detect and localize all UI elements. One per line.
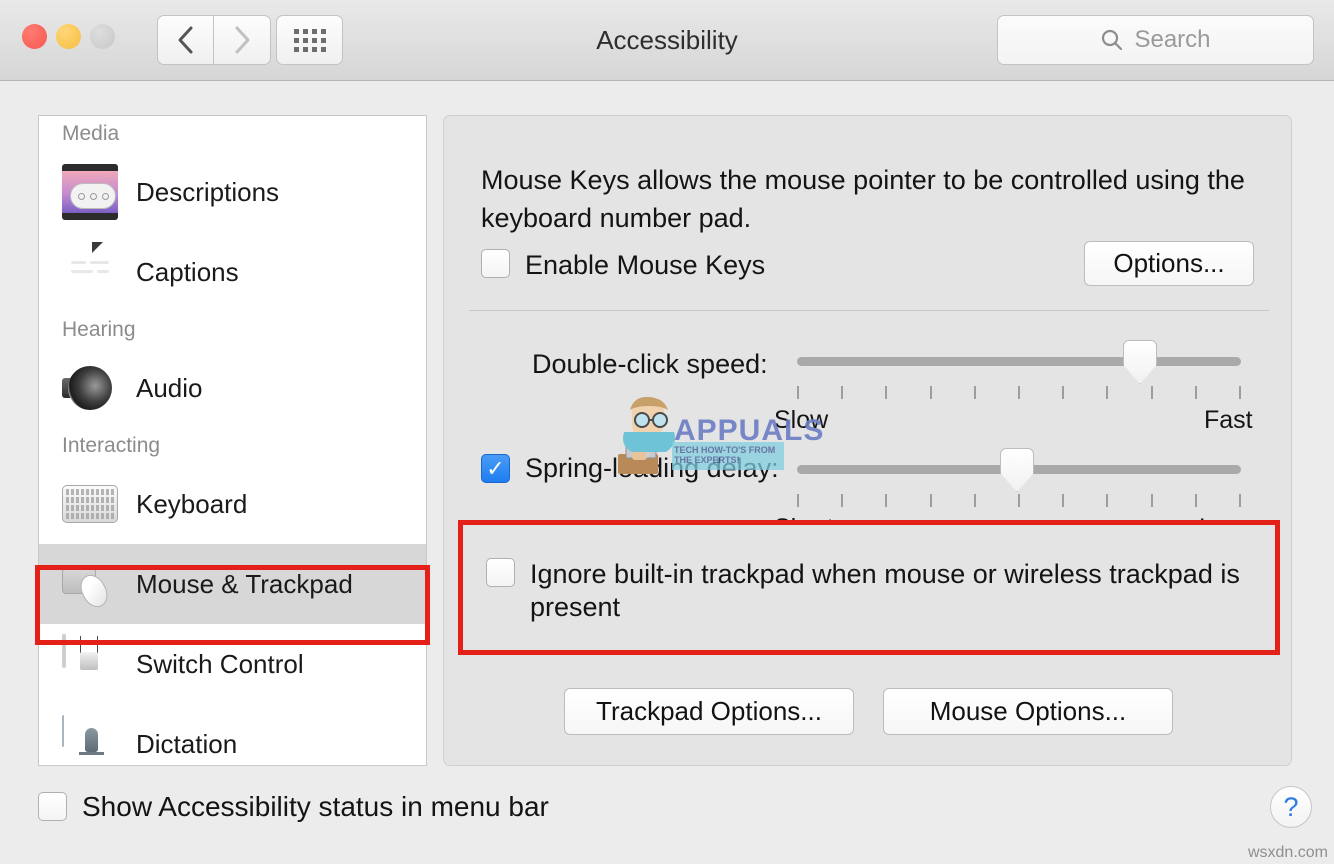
sidebar-item-audio[interactable]: Audio — [39, 348, 426, 428]
window-titlebar: Accessibility Search — [0, 0, 1334, 81]
spring-loading-delay-thumb[interactable] — [1000, 448, 1034, 492]
spring-loading-delay-label: Spring-loading delay: — [525, 452, 779, 485]
mouse-keys-options-button[interactable]: Options... — [1084, 241, 1254, 286]
footer-bar: Show Accessibility status in menu bar — [38, 790, 549, 823]
sidebar-item-descriptions[interactable]: Descriptions — [39, 152, 426, 232]
descriptions-icon — [62, 164, 118, 220]
double-click-speed-max-label: Fast — [1204, 406, 1253, 435]
double-click-speed-thumb[interactable] — [1123, 340, 1157, 384]
ignore-trackpad-label: Ignore built-in trackpad when mouse or w… — [530, 558, 1246, 624]
sidebar-item-label: Dictation — [136, 729, 237, 760]
panel-action-buttons: Trackpad Options... Mouse Options... — [444, 688, 1293, 735]
captions-icon — [62, 244, 118, 300]
search-icon — [1100, 28, 1124, 52]
ignore-trackpad-row: Ignore built-in trackpad when mouse or w… — [486, 558, 1246, 624]
mouse-trackpad-icon — [62, 556, 118, 612]
sidebar-group-header-media: Media — [39, 116, 426, 152]
show-accessibility-status-label: Show Accessibility status in menu bar — [82, 790, 549, 823]
double-click-speed-label: Double-click speed: — [532, 349, 768, 380]
spring-loading-delay-checkbox[interactable]: Spring-loading delay: — [481, 452, 779, 485]
mouse-trackpad-settings-panel: Mouse Keys allows the mouse pointer to b… — [443, 115, 1292, 766]
sidebar-item-label: Audio — [136, 373, 203, 404]
audio-speaker-icon — [62, 360, 118, 416]
double-click-speed-track[interactable] — [797, 357, 1241, 366]
search-placeholder: Search — [1134, 26, 1210, 54]
double-click-speed-slider-group: Double-click speed: Slow Fast — [444, 341, 1293, 431]
mouse-keys-description: Mouse Keys allows the mouse pointer to b… — [481, 161, 1261, 237]
source-watermark: wsxdn.com — [1248, 844, 1328, 862]
checkbox-box[interactable] — [38, 792, 67, 821]
sidebar-group-header-hearing: Hearing — [39, 312, 426, 348]
sidebar-item-label: Switch Control — [136, 649, 304, 680]
sidebar-item-switch-control[interactable]: Switch Control — [39, 624, 426, 704]
sidebar-item-label: Captions — [136, 257, 239, 288]
accessibility-feature-list[interactable]: Media Descriptions Captions Hearing Au — [38, 115, 427, 766]
accessibility-preferences-window: Accessibility Search Media Descriptions — [0, 0, 1334, 864]
sidebar-item-label: Descriptions — [136, 177, 279, 208]
sidebar-item-captions[interactable]: Captions — [39, 232, 426, 312]
sidebar-item-label: Keyboard — [136, 489, 247, 520]
ignore-trackpad-checkbox[interactable]: Ignore built-in trackpad when mouse or w… — [486, 558, 1246, 624]
panel-divider — [469, 310, 1269, 311]
show-accessibility-status-checkbox[interactable]: Show Accessibility status in menu bar — [38, 790, 549, 823]
double-click-speed-ticks — [797, 386, 1241, 399]
switch-control-icon — [62, 636, 118, 692]
spring-loading-delay-ticks — [797, 494, 1241, 507]
sidebar-item-mouse-trackpad[interactable]: Mouse & Trackpad — [39, 544, 426, 624]
enable-mouse-keys-label: Enable Mouse Keys — [525, 249, 765, 282]
mouse-options-button[interactable]: Mouse Options... — [883, 688, 1173, 735]
ignore-trackpad-highlight-box: Ignore built-in trackpad when mouse or w… — [458, 520, 1280, 655]
checkbox-box[interactable] — [481, 454, 510, 483]
help-button[interactable]: ? — [1270, 786, 1312, 828]
sidebar-item-label: Mouse & Trackpad — [136, 569, 353, 600]
trackpad-options-button[interactable]: Trackpad Options... — [564, 688, 854, 735]
dictation-microphone-icon — [62, 716, 118, 766]
checkbox-box[interactable] — [481, 249, 510, 278]
sidebar-item-keyboard[interactable]: Keyboard — [39, 464, 426, 544]
double-click-speed-min-label: Slow — [774, 406, 828, 435]
sidebar-item-dictation[interactable]: Dictation — [39, 704, 426, 766]
search-field[interactable]: Search — [997, 15, 1314, 65]
checkbox-box[interactable] — [486, 558, 515, 587]
keyboard-icon — [62, 476, 118, 532]
sidebar-group-header-interacting: Interacting — [39, 428, 426, 464]
